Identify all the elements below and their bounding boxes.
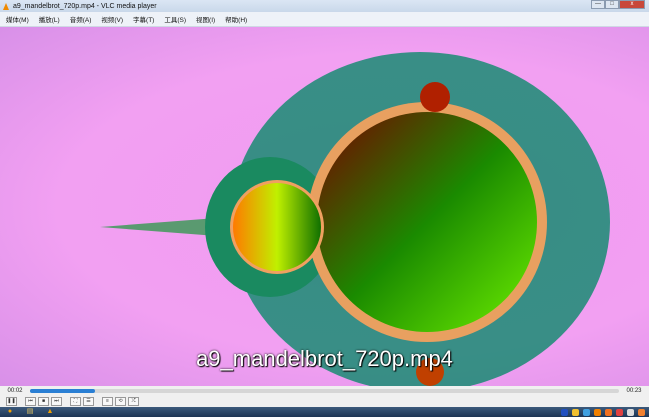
menu-media[interactable]: 媒体(M) xyxy=(6,14,29,24)
vlc-cone-icon xyxy=(3,2,9,10)
random-button[interactable]: ⤮ xyxy=(128,397,139,406)
seek-progress xyxy=(30,389,95,393)
minimize-button[interactable]: — xyxy=(591,0,605,9)
play-pause-button[interactable]: ❚❚ xyxy=(6,397,17,406)
extended-settings-button[interactable]: ☰ xyxy=(83,397,94,406)
video-area[interactable]: a9_mandelbrot_720p.mp4 xyxy=(0,27,649,386)
next-button[interactable]: ⏭ xyxy=(51,397,62,406)
menu-help[interactable]: 帮助(H) xyxy=(225,14,247,24)
elapsed-time: 00:02 xyxy=(7,388,23,394)
seek-row: 00:02 00:23 xyxy=(0,386,649,396)
control-bar: ❚❚ ⏮ ■ ⏭ ⛶ ☰ ≡ ⟲ ⤮ xyxy=(0,396,649,407)
maximize-button[interactable]: □ xyxy=(605,0,619,9)
tray-icon[interactable] xyxy=(594,408,601,416)
tray-icon[interactable] xyxy=(605,408,612,416)
seek-slider[interactable] xyxy=(30,389,619,393)
menu-bar: 媒体(M) 播放(L) 音频(A) 视频(V) 字幕(T) 工具(S) 视图(I… xyxy=(0,12,649,27)
menu-subtitle[interactable]: 字幕(T) xyxy=(133,14,154,24)
menu-tools[interactable]: 工具(S) xyxy=(164,14,186,24)
mandelbrot-frame xyxy=(100,52,610,386)
loop-button[interactable]: ⟲ xyxy=(115,397,126,406)
playlist-button[interactable]: ≡ xyxy=(102,397,113,406)
tray-icon[interactable] xyxy=(583,408,590,416)
tray-icon[interactable] xyxy=(561,408,568,416)
menu-video[interactable]: 视频(V) xyxy=(101,14,123,24)
stop-button[interactable]: ■ xyxy=(38,397,49,406)
system-tray xyxy=(561,408,649,416)
tray-icon[interactable] xyxy=(572,408,579,416)
tray-icon[interactable] xyxy=(616,408,623,416)
vlc-taskbar-icon[interactable]: ▲ xyxy=(40,407,60,417)
fullscreen-button[interactable]: ⛶ xyxy=(70,397,81,406)
total-time: 00:23 xyxy=(626,388,642,394)
menu-view[interactable]: 视图(I) xyxy=(196,14,215,24)
taskbar: ● ▤ ▲ xyxy=(0,407,649,417)
start-button[interactable]: ● xyxy=(0,407,20,417)
subtitle-text: a9_mandelbrot_720p.mp4 xyxy=(196,346,453,371)
window-title: a9_mandelbrot_720p.mp4 - VLC media playe… xyxy=(13,2,157,10)
menu-playback[interactable]: 播放(L) xyxy=(39,14,60,24)
tray-icon[interactable] xyxy=(638,408,645,416)
tray-icon[interactable] xyxy=(627,408,634,416)
menu-audio[interactable]: 音频(A) xyxy=(70,14,92,24)
previous-button[interactable]: ⏮ xyxy=(25,397,36,406)
close-button[interactable]: x xyxy=(619,0,645,9)
explorer-taskbar-icon[interactable]: ▤ xyxy=(20,407,40,417)
title-bar: a9_mandelbrot_720p.mp4 - VLC media playe… xyxy=(0,0,649,12)
